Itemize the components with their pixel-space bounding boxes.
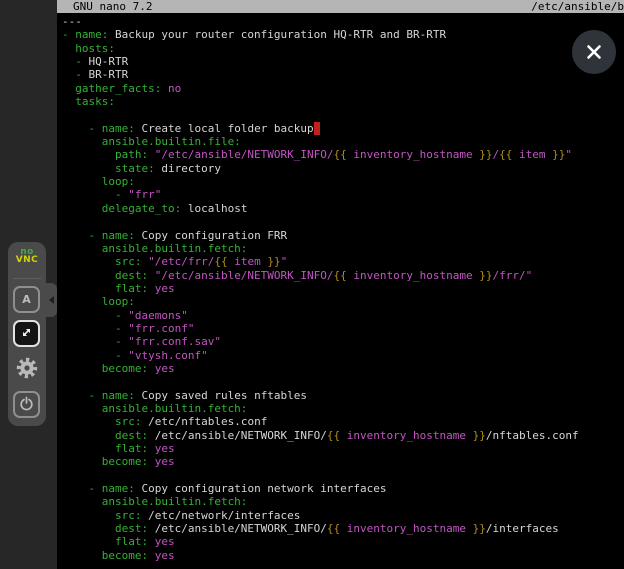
editor-line[interactable]: loop: — [62, 295, 624, 308]
keycap-a-icon: A — [22, 293, 31, 306]
editor-line[interactable]: - HQ-RTR — [62, 55, 624, 68]
nano-titlebar: GNU nano 7.2 /etc/ansible/b — [57, 0, 624, 13]
keyboard-button[interactable]: A — [13, 286, 40, 313]
screen: GNU nano 7.2 /etc/ansible/b ---- name: B… — [0, 0, 624, 569]
editor-line[interactable]: - "frr" — [62, 188, 624, 201]
panel-handle[interactable] — [45, 283, 57, 317]
collapse-arrow-icon — [49, 296, 54, 304]
nano-version-label: GNU nano 7.2 — [73, 0, 152, 13]
editor-line[interactable]: dest: /etc/ansible/NETWORK_INFO/{{ inven… — [62, 429, 624, 442]
power-button[interactable] — [13, 391, 40, 418]
editor-line[interactable]: flat: yes — [62, 535, 624, 548]
editor-line[interactable]: become: yes — [62, 455, 624, 468]
editor-line[interactable]: delegate_to: localhost — [62, 202, 624, 215]
editor-line[interactable]: - "frr.conf" — [62, 322, 624, 335]
editor-line[interactable]: state: directory — [62, 162, 624, 175]
editor-line[interactable] — [62, 375, 624, 388]
gear-icon — [15, 356, 39, 383]
fullscreen-button[interactable] — [13, 320, 40, 347]
editor-line[interactable]: gather_facts: no — [62, 82, 624, 95]
editor-line[interactable]: - "vtysh.conf" — [62, 349, 624, 362]
nano-filename-label: /etc/ansible/b — [531, 0, 624, 13]
editor-line[interactable]: - "frr.conf.sav" — [62, 335, 624, 348]
editor-line[interactable]: ansible.builtin.fetch: — [62, 402, 624, 415]
editor-line[interactable]: become: yes — [62, 362, 624, 375]
editor-line[interactable]: ansible.builtin.fetch: — [62, 495, 624, 508]
editor-line[interactable]: - name: Copy saved rules nftables — [62, 389, 624, 402]
editor-line[interactable]: become: yes — [62, 549, 624, 562]
editor-line[interactable]: hosts: — [62, 42, 624, 55]
editor-line[interactable] — [62, 215, 624, 228]
editor-line[interactable]: --- — [62, 15, 624, 28]
editor-line[interactable]: tasks: — [62, 95, 624, 108]
editor-line[interactable]: - name: Copy configuration FRR — [62, 229, 624, 242]
editor-line[interactable]: - name: Backup your router configuration… — [62, 28, 624, 41]
close-icon — [585, 43, 603, 61]
editor-line[interactable]: - name: Create local folder backup — [62, 122, 624, 135]
editor-line[interactable]: src: /etc/nftables.conf — [62, 415, 624, 428]
editor-line[interactable] — [62, 469, 624, 482]
editor-line[interactable]: loop: — [62, 175, 624, 188]
editor-line[interactable]: - BR-RTR — [62, 68, 624, 81]
editor-lines[interactable]: ---- name: Backup your router configurat… — [57, 13, 624, 562]
novnc-logo-bottom: VNC — [8, 256, 46, 264]
editor-line[interactable]: src: "/etc/frr/{{ item }}" — [62, 255, 624, 268]
editor-line[interactable]: ansible.builtin.file: — [62, 135, 624, 148]
editor-line[interactable]: flat: yes — [62, 282, 624, 295]
novnc-logo: no VNC — [8, 242, 46, 264]
editor-line[interactable]: ansible.builtin.fetch: — [62, 242, 624, 255]
power-icon — [19, 396, 34, 414]
editor-line[interactable]: path: "/etc/ansible/NETWORK_INFO/{{ inve… — [62, 148, 624, 161]
editor-line[interactable] — [62, 108, 624, 121]
editor-line[interactable]: flat: yes — [62, 442, 624, 455]
fullscreen-icon — [19, 325, 34, 343]
editor-line[interactable]: - name: Copy configuration network inter… — [62, 482, 624, 495]
editor-line[interactable]: - "daemons" — [62, 309, 624, 322]
editor-line[interactable]: dest: "/etc/ansible/NETWORK_INFO/{{ inve… — [62, 269, 624, 282]
vnc-control-panel: no VNC A — [8, 242, 46, 426]
terminal-window: GNU nano 7.2 /etc/ansible/b ---- name: B… — [57, 0, 624, 569]
editor-line[interactable]: dest: /etc/ansible/NETWORK_INFO/{{ inven… — [62, 522, 624, 535]
editor-line[interactable]: src: /etc/network/interfaces — [62, 509, 624, 522]
settings-button[interactable] — [13, 356, 40, 383]
panel-divider — [13, 278, 41, 279]
close-button[interactable] — [572, 30, 616, 74]
